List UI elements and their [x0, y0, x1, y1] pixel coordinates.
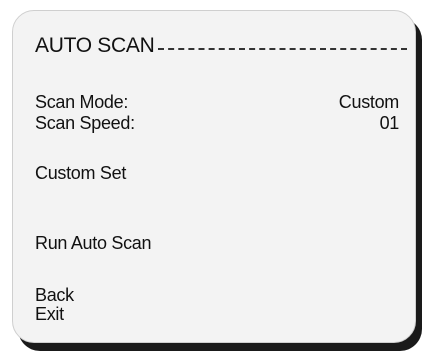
exit-menu-item[interactable]: Exit: [35, 304, 64, 324]
scan-mode-setting[interactable]: Scan Mode: Custom: [35, 92, 399, 112]
run-auto-scan-menu-item[interactable]: Run Auto Scan: [35, 233, 151, 253]
scan-speed-label: Scan Speed:: [35, 113, 135, 133]
menu-header: AUTO SCAN: [35, 34, 407, 58]
back-menu-item[interactable]: Back: [35, 285, 74, 305]
custom-set-menu-item[interactable]: Custom Set: [35, 163, 126, 183]
menu-title: AUTO SCAN: [35, 34, 155, 57]
scan-mode-label: Scan Mode:: [35, 92, 129, 112]
scan-speed-setting[interactable]: Scan Speed: 01: [35, 113, 399, 133]
auto-scan-menu-panel: AUTO SCAN Scan Mode: Custom Scan Speed: …: [12, 10, 416, 343]
scan-mode-value[interactable]: Custom: [339, 92, 400, 112]
scan-speed-value[interactable]: 01: [380, 113, 400, 133]
title-divider: [158, 47, 407, 50]
